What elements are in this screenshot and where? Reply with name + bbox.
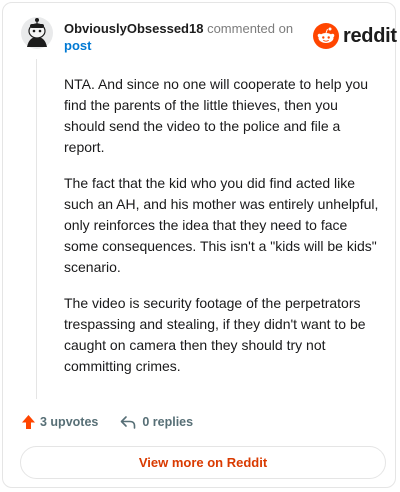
reddit-brand[interactable]: reddit [313,23,397,49]
comment-header: ObviouslyObsessed18 commented on [64,20,293,37]
reddit-logo-icon [313,23,339,49]
comment-body: NTA. And since no one will cooperate to … [64,74,379,392]
comment-paragraph: NTA. And since no one will cooperate to … [64,76,369,155]
comment-paragraph: The video is security footage of the per… [64,295,366,374]
comment-card: ObviouslyObsessed18 commented on post re… [2,2,397,488]
reply-button[interactable]: 0 replies [120,415,193,429]
upvote-count: 3 upvotes [40,415,99,429]
reply-arrow-icon [121,416,136,429]
reddit-wordmark: reddit [343,24,397,47]
upvote-button[interactable]: 3 upvotes [21,414,98,430]
thread-line[interactable] [36,59,37,399]
commented-on-text: commented on [207,21,294,36]
comment-paragraph: The fact that the kid who you did find a… [64,175,379,275]
reply-count: 0 replies [142,415,194,429]
post-link[interactable]: post [64,37,91,54]
comment-actions: 3 upvotes 0 replies [21,412,193,432]
view-more-button[interactable]: View more on Reddit [20,446,386,479]
upvote-arrow-icon [22,415,35,429]
username[interactable]: ObviouslyObsessed18 [64,21,203,36]
avatar[interactable] [21,17,53,49]
